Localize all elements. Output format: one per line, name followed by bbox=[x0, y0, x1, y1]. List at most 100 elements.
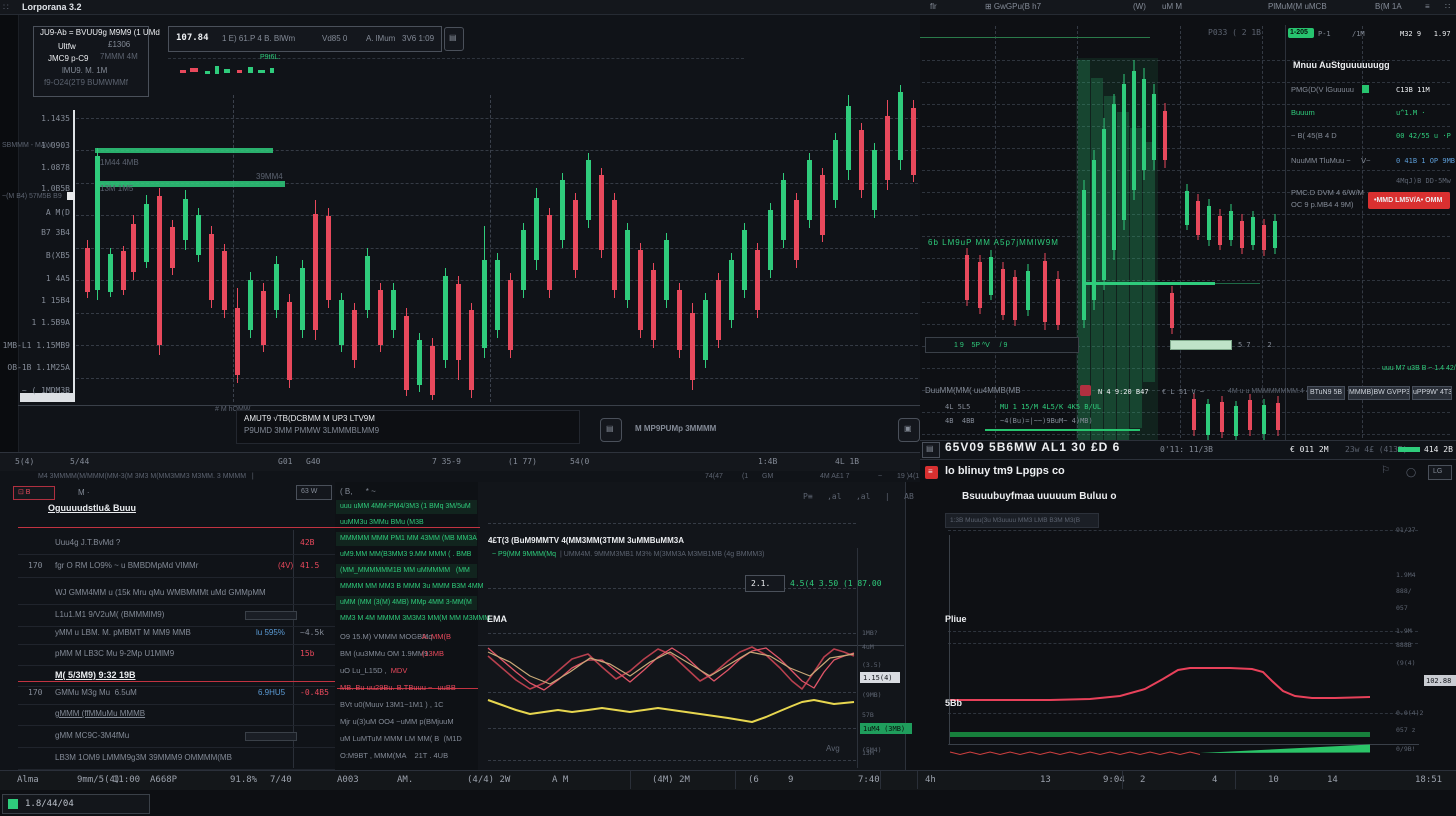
journal-entry[interactable]: MM3 M 4M MMMM 3M3M3 MM(M MM M3MMM bbox=[340, 614, 490, 624]
table-row-label[interactable]: GMMu M3g Mu 6.5uM bbox=[55, 688, 137, 698]
br-price-badge[interactable]: 102.88 bbox=[1424, 675, 1456, 686]
news-title[interactable]: lo blinuy tm9 Lpgps co bbox=[945, 466, 1065, 476]
titlebar-item[interactable]: ⊞ GwGPu(B h7 bbox=[985, 2, 1041, 12]
table-row-label[interactable]: gMM MC9C-3M4fMu bbox=[55, 731, 129, 741]
titlebar-item[interactable]: (W) bbox=[1133, 2, 1146, 12]
circle-icon[interactable]: ◯ bbox=[1406, 467, 1416, 477]
titlebar-item[interactable]: flr bbox=[930, 2, 937, 12]
journal-entry[interactable]: uMM (MM (3(M) 4MB) MMp 4MM 3-MM(M bbox=[340, 598, 472, 608]
journal-entry[interactable]: O9 15.M) VMMM MOGBMq bbox=[340, 632, 435, 642]
titlebar-item[interactable]: ≡ bbox=[1425, 2, 1430, 12]
tab-label[interactable]: M · bbox=[78, 488, 90, 498]
float-label: 39MM4 bbox=[256, 172, 283, 182]
table-row-label[interactable]: gMMM (ffMMuMu MMMB bbox=[55, 709, 145, 719]
spark-mark bbox=[248, 67, 253, 73]
toolbar-price[interactable]: 107.84 bbox=[176, 33, 209, 43]
journal-entry[interactable]: MB. Bu uu29Bu. B.TBuuu ~ bbox=[340, 683, 434, 693]
depth-row-r: 4M u u MMMMMMMM.4 4) bbox=[1228, 387, 1312, 397]
journal-entry[interactable]: MMMMM MMM PM1 MM 43MM (MB MM3A bbox=[340, 534, 477, 544]
table-row-label[interactable]: WJ GMM4MM u (15k Mru qMu WMBMMMt uMd GMM… bbox=[55, 588, 266, 598]
toolbar-volume[interactable]: Vd85 0 bbox=[322, 34, 347, 44]
grid-icon[interactable]: ▤ bbox=[922, 442, 940, 458]
titlebar-item[interactable]: uM M bbox=[1162, 2, 1182, 12]
titlebar-item[interactable]: B(M 1A bbox=[1375, 2, 1402, 12]
order-row-label[interactable]: ~ B( 45(B 4 D bbox=[1291, 131, 1337, 141]
time-tick[interactable]: G01 bbox=[278, 457, 292, 467]
journal-entry[interactable]: uM9.MM MM(B3MM3 9.MM MMM ( . BMB bbox=[340, 550, 471, 560]
screenshot-button[interactable]: ▤ bbox=[444, 27, 464, 51]
menu-icon[interactable] bbox=[1080, 385, 1091, 396]
journal-entry[interactable]: uM LuMTuM MMM LM MM( B (M1D bbox=[340, 734, 462, 744]
gridline bbox=[18, 554, 335, 555]
time-tick[interactable]: G40 bbox=[306, 457, 320, 467]
news-tag[interactable]: 1:3B Muuu(3u M3uuuu MM3 LMB B3M M3(B bbox=[945, 513, 1099, 528]
lg-button[interactable]: LG bbox=[1428, 465, 1452, 480]
app-icon[interactable]: ∷ bbox=[3, 2, 9, 12]
table-row-label[interactable]: yMM u LBM. M. pMBMT M MM9 MMB bbox=[55, 628, 191, 638]
journal-entry[interactable]: O:M9BT , MMM(MA 21T . 4UB bbox=[340, 751, 448, 761]
chart-mini-icons[interactable]: P≡ ‚al ‚al | AB bbox=[803, 492, 914, 502]
time-tick[interactable]: 54(0 bbox=[570, 457, 589, 467]
order-row-label[interactable]: PMC.D DVM 4 6/W/M bbox=[1291, 188, 1364, 198]
journal-entry[interactable]: (MM_MMMMMM1B MM uMMMMM (MM bbox=[340, 566, 470, 576]
table-row-label[interactable]: Uuu4g J.T.BvMd ? bbox=[55, 538, 120, 548]
toolbar-timeframe[interactable]: 1 E) 61.P 4 B. BlWm bbox=[222, 34, 295, 44]
order-row-label[interactable]: PMG(D(V lGuuuuu bbox=[1291, 85, 1354, 95]
attachment-button[interactable]: ▤ bbox=[600, 418, 622, 442]
time-tick[interactable]: 7 35-9 bbox=[432, 457, 461, 467]
toolbar-session[interactable]: A. lMum 3V6 1:09 bbox=[366, 34, 434, 44]
journal-toolbar[interactable]: ( B, * ~ bbox=[340, 487, 376, 497]
legend-row-label: f9-O24(2T9 BUMWMMf bbox=[44, 78, 128, 88]
journal-entry[interactable]: uuu uMM 4MM-PM4/3M3 (1 BMq 3M/5uM bbox=[340, 502, 471, 512]
order-row-label[interactable]: OC 9 p.MB4 4 9M) bbox=[1291, 200, 1354, 210]
gridline bbox=[922, 104, 1450, 105]
meter-bar[interactable] bbox=[1170, 340, 1232, 350]
taskbar-app[interactable]: 1.8/44/04 bbox=[2, 794, 150, 814]
table-row-label[interactable]: pMM M LB3C Mu 9-2Mp U1MlM9 bbox=[55, 649, 174, 659]
filter-box[interactable]: 63 W bbox=[296, 485, 332, 500]
journal-entry[interactable]: MMMM MM MM3 B MMM 3u MMM B3M 4MM bbox=[340, 582, 484, 592]
order-row-label[interactable]: Buuum bbox=[1291, 108, 1315, 118]
journal-entry[interactable]: uuMM3u 3MMu BMu (M3B bbox=[340, 518, 424, 528]
instrument-title[interactable]: 65V09 5B6MW AL1 30 £D 6 bbox=[945, 442, 1120, 452]
alert-tab[interactable]: ⊡ B bbox=[13, 486, 55, 500]
panel-button[interactable]: BTuN9 5B bbox=[1307, 386, 1345, 400]
titlebar-item[interactable]: ∷ bbox=[1445, 2, 1450, 12]
panel-button[interactable]: MMMB)BW GVPP3B 'BM bbox=[1348, 386, 1410, 400]
caption-item: GM bbox=[762, 472, 773, 482]
legend-symbol[interactable]: JU9-Ab = BVUU9g M9M9 (1 UMd bbox=[40, 28, 160, 38]
badge-values: 4.5(4 3.50 (1 87.00 bbox=[790, 579, 882, 589]
time-tick[interactable]: 5/44 bbox=[70, 457, 89, 467]
panel-button[interactable]: uPP9W' 4T3) bbox=[1412, 386, 1452, 400]
table-row-label[interactable]: LB3M 1OM9 LMMM9g3M 39MMM9 OMMMM(MB bbox=[55, 753, 232, 763]
time-tick[interactable]: (1 77) bbox=[508, 457, 537, 467]
table-row-label[interactable]: M( 5/3M9) 9:32 19B bbox=[55, 670, 136, 680]
journal-entry-flag: (13MB bbox=[422, 649, 444, 659]
journal-entry[interactable]: BVt u0(Muuv 13M1~1M1 ) , 1C bbox=[340, 700, 444, 710]
copy-button[interactable]: ▣ bbox=[898, 418, 920, 442]
order-row-label[interactable]: NuuMM TluMuu ~ V~ bbox=[1291, 156, 1370, 166]
table-row-label[interactable]: fgr O RM LO9% ~ u BMBDMpMd VlMMr bbox=[55, 561, 198, 571]
order-row-value: 0 41B 1 OP 9MB ~ bbox=[1396, 156, 1456, 166]
equalizer-icon bbox=[1362, 85, 1369, 93]
spark-mark bbox=[224, 69, 230, 73]
gridline bbox=[1235, 771, 1236, 789]
document-icon: ▤ bbox=[606, 424, 614, 434]
time-tick[interactable]: 1:4B bbox=[758, 457, 777, 467]
journal-entry[interactable]: BM (uu3MMu OM 1.9MM9 bbox=[340, 649, 430, 659]
time-tick[interactable]: 5(4) bbox=[15, 457, 34, 467]
price-tick: B7 3B4 bbox=[0, 228, 70, 238]
status-bar bbox=[0, 770, 1456, 792]
level-label: 4B 4BB bbox=[945, 416, 975, 426]
br-tick: 888/ bbox=[1396, 586, 1412, 596]
pin-icon[interactable]: ⚐ bbox=[1381, 466, 1390, 476]
journal-entry[interactable]: Mjr u(3)uM OO4 ~uMM p(BMjuuM bbox=[340, 717, 454, 727]
journal-entry[interactable]: uO Lu_L15D , bbox=[340, 666, 389, 676]
titlebar-item[interactable]: PlMuM(M uMCB bbox=[1268, 2, 1327, 12]
legend-row-value: 7MMM 4M bbox=[100, 52, 138, 62]
table-row-label[interactable]: L1u1.M1 9/V2uM( (BMMMlM9) bbox=[55, 610, 164, 620]
time-tick[interactable]: 4L 1B bbox=[835, 457, 859, 467]
copy-icon: ▣ bbox=[904, 424, 912, 434]
sell-button[interactable]: •MMD LM5V/A• OMM bbox=[1368, 192, 1450, 209]
table-header[interactable]: Oguuuudstlu& Buuu bbox=[48, 503, 136, 513]
